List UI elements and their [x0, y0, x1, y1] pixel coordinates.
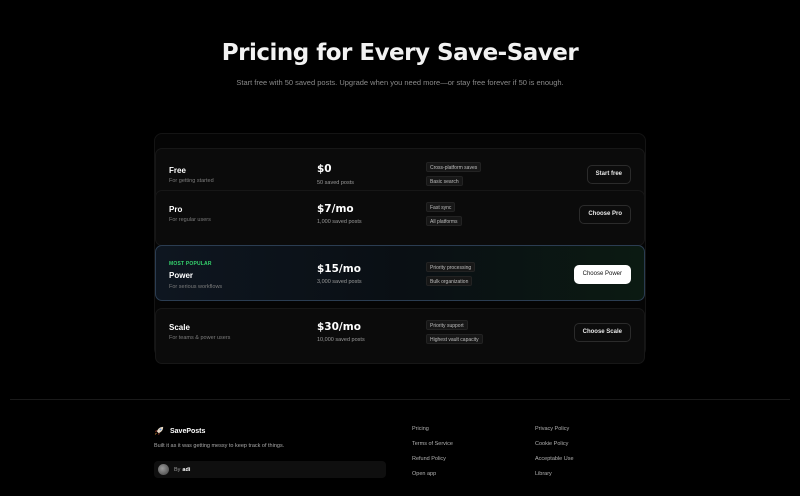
choose-pro-button[interactable]: Choose Pro [579, 205, 631, 224]
plan-card-pro: Pro For regular users $7/mo 1,000 saved … [155, 190, 645, 246]
page-subtitle: Start free with 50 saved posts. Upgrade … [236, 78, 564, 87]
footer-divider [10, 399, 790, 400]
author-name: adi [182, 466, 191, 473]
footer-brand[interactable]: SavePosts [154, 425, 205, 437]
choose-power-button[interactable]: Choose Power [573, 265, 631, 284]
plan-post-limit: 3,000 saved posts [317, 279, 362, 285]
pricing-table: Free For getting started $0 50 saved pos… [154, 133, 646, 364]
plan-description: For regular users [169, 217, 211, 223]
feature-badge: Bulk organization [426, 276, 473, 286]
footer-link-open-app[interactable]: Open app [412, 471, 436, 477]
plan-post-limit: 1,000 saved posts [317, 219, 362, 225]
feature-badge: Priority processing [426, 262, 476, 272]
plan-price: $7/mo [317, 203, 354, 215]
plan-card-scale: Scale For teams & power users $30/mo 10,… [155, 308, 645, 364]
footer-tagline: Built it as it was getting messy to keep… [154, 443, 285, 449]
most-popular-badge: MOST POPULAR [169, 261, 212, 267]
plan-price: $0 [317, 163, 332, 175]
plan-name: Power [169, 271, 194, 280]
rocket-icon [154, 426, 164, 436]
plan-price: $30/mo [317, 321, 361, 333]
feature-badge: Priority support [426, 320, 468, 330]
footer-link-refund[interactable]: Refund Policy [412, 456, 446, 462]
plan-description: For serious workflows [169, 284, 223, 290]
feature-badge: All platforms [426, 216, 462, 226]
feature-badge: Highest vault capacity [426, 334, 483, 344]
start-free-button[interactable]: Start free [586, 165, 631, 184]
brand-name: SavePosts [170, 427, 206, 435]
plan-name: Pro [169, 205, 183, 214]
plan-post-limit: 10,000 saved posts [317, 337, 365, 343]
feature-badge: Cross-platform saves [426, 162, 482, 172]
footer-link-privacy[interactable]: Privacy Policy [535, 426, 569, 432]
plan-name: Free [169, 166, 186, 175]
footer-link-terms[interactable]: Terms of Service [412, 441, 453, 447]
author-credit[interactable]: By adi [154, 461, 386, 478]
avatar [158, 464, 169, 475]
footer-link-library[interactable]: Library [535, 471, 552, 477]
choose-scale-button[interactable]: Choose Scale [573, 323, 631, 342]
footer-link-pricing[interactable]: Pricing [412, 426, 429, 432]
footer-link-cookie[interactable]: Cookie Policy [535, 441, 568, 447]
author-by-label: By [174, 466, 181, 473]
plan-description: For teams & power users [169, 335, 231, 341]
page-title: Pricing for Every Save-Saver [221, 40, 579, 66]
feature-badge: Basic search [426, 176, 463, 186]
feature-badge: Fast sync [426, 202, 456, 212]
footer-link-acceptable-use[interactable]: Acceptable Use [535, 456, 574, 462]
plan-card-power: MOST POPULAR Power For serious workflows… [155, 245, 645, 301]
plan-name: Scale [169, 323, 190, 332]
plan-description: For getting started [169, 178, 214, 184]
plan-post-limit: 50 saved posts [317, 180, 354, 186]
plan-price: $15/mo [317, 263, 361, 275]
